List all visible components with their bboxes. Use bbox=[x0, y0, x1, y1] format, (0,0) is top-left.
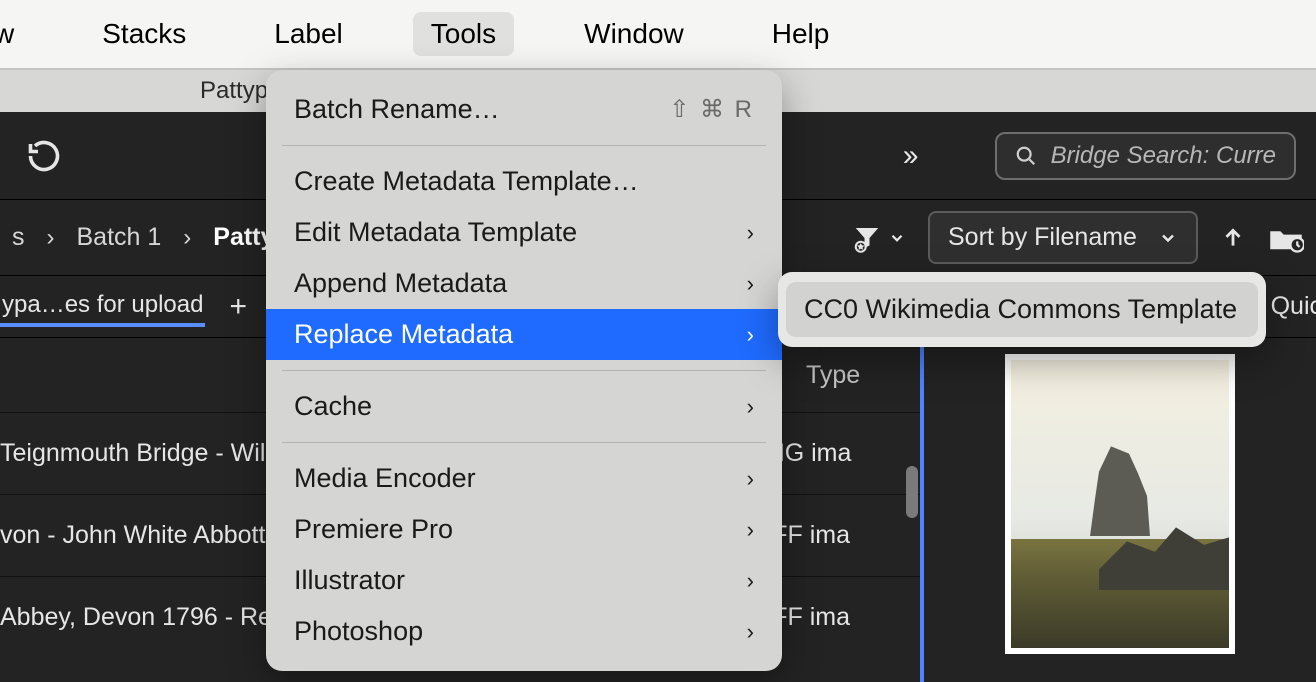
chevron-right-icon: › bbox=[747, 220, 754, 246]
menu-append-metadata[interactable]: Append Metadata › bbox=[266, 258, 782, 309]
menu-item-help[interactable]: Help bbox=[754, 12, 848, 56]
menu-label: Media Encoder bbox=[294, 463, 476, 494]
window-title: Pattyp bbox=[200, 77, 268, 105]
submenu-label: CC0 Wikimedia Commons Template bbox=[804, 294, 1237, 324]
menu-separator bbox=[282, 442, 766, 443]
menu-illustrator[interactable]: Illustrator › bbox=[266, 555, 782, 606]
tools-menu: Batch Rename… ⇧ ⌘ R Create Metadata Temp… bbox=[266, 70, 782, 671]
menu-label: Replace Metadata bbox=[294, 319, 513, 350]
chevron-right-icon: › bbox=[747, 466, 754, 492]
breadcrumb-part[interactable]: s bbox=[12, 223, 25, 252]
menu-photoshop[interactable]: Photoshop › bbox=[266, 606, 782, 657]
menu-label: Batch Rename… bbox=[294, 94, 500, 125]
menu-item-tools[interactable]: Tools bbox=[413, 12, 514, 56]
sort-ascending-icon[interactable] bbox=[1220, 225, 1246, 251]
sort-dropdown[interactable]: Sort by Filename bbox=[928, 211, 1198, 264]
app-chrome: ›› Bridge Search: Curre s › Batch 1 › Pa… bbox=[0, 112, 1316, 682]
menu-premiere-pro[interactable]: Premiere Pro › bbox=[266, 504, 782, 555]
add-tab-button[interactable]: + bbox=[229, 290, 247, 324]
scrollbar-thumb[interactable] bbox=[906, 466, 918, 518]
menu-label: Edit Metadata Template bbox=[294, 217, 577, 248]
menu-label: Premiere Pro bbox=[294, 514, 453, 545]
menu-edit-metadata-template[interactable]: Edit Metadata Template › bbox=[266, 207, 782, 258]
menu-item-window[interactable]: Window bbox=[566, 12, 702, 56]
menu-replace-metadata[interactable]: Replace Metadata › bbox=[266, 309, 782, 360]
menu-label: Photoshop bbox=[294, 616, 423, 647]
chevron-down-icon bbox=[1158, 228, 1178, 248]
search-input[interactable]: Bridge Search: Curre bbox=[995, 132, 1296, 180]
funnel-star-icon bbox=[852, 223, 882, 253]
menu-item-stacks[interactable]: Stacks bbox=[84, 12, 204, 56]
menu-create-metadata-template[interactable]: Create Metadata Template… bbox=[266, 156, 782, 207]
menu-media-encoder[interactable]: Media Encoder › bbox=[266, 453, 782, 504]
submenu-cc0-template[interactable]: CC0 Wikimedia Commons Template bbox=[786, 282, 1258, 337]
menu-label: Illustrator bbox=[294, 565, 405, 596]
search-icon bbox=[1015, 145, 1037, 167]
chevron-down-icon bbox=[888, 229, 906, 247]
menu-separator bbox=[282, 370, 766, 371]
chevron-right-icon: › bbox=[747, 517, 754, 543]
chevron-right-icon: › bbox=[747, 322, 754, 348]
preview-area bbox=[924, 338, 1316, 682]
chevron-right-icon: › bbox=[747, 619, 754, 645]
recent-folder-icon[interactable] bbox=[1268, 223, 1304, 253]
menu-separator bbox=[282, 145, 766, 146]
menu-cache[interactable]: Cache › bbox=[266, 381, 782, 432]
column-type[interactable]: Type bbox=[806, 361, 906, 390]
breadcrumb-part[interactable]: Batch 1 bbox=[77, 223, 162, 252]
overflow-icon[interactable]: ›› bbox=[903, 139, 915, 173]
menu-label: Append Metadata bbox=[294, 268, 507, 299]
menu-item-label[interactable]: Label bbox=[256, 12, 361, 56]
filter-button[interactable] bbox=[852, 223, 906, 253]
menu-label: Create Metadata Template… bbox=[294, 166, 639, 197]
menu-item-prev[interactable]: w bbox=[0, 12, 32, 56]
preview-thumbnail[interactable] bbox=[1005, 354, 1235, 654]
chevron-right-icon: › bbox=[183, 224, 191, 252]
menu-label: Cache bbox=[294, 391, 372, 422]
preview-tab[interactable]: Quic bbox=[1271, 292, 1316, 321]
chevron-right-icon: › bbox=[747, 394, 754, 420]
system-menubar: w Stacks Label Tools Window Help bbox=[0, 0, 1316, 70]
refresh-icon[interactable] bbox=[26, 138, 62, 174]
sort-label: Sort by Filename bbox=[948, 223, 1137, 252]
search-placeholder: Bridge Search: Curre bbox=[1051, 142, 1276, 170]
chevron-right-icon: › bbox=[747, 568, 754, 594]
chevron-right-icon: › bbox=[47, 224, 55, 252]
menu-shortcut: ⇧ ⌘ R bbox=[669, 95, 754, 124]
replace-metadata-submenu: CC0 Wikimedia Commons Template bbox=[778, 272, 1266, 347]
menu-batch-rename[interactable]: Batch Rename… ⇧ ⌘ R bbox=[266, 84, 782, 135]
panel-tab-active[interactable]: ypa…es for upload bbox=[0, 287, 205, 327]
chevron-right-icon: › bbox=[747, 271, 754, 297]
